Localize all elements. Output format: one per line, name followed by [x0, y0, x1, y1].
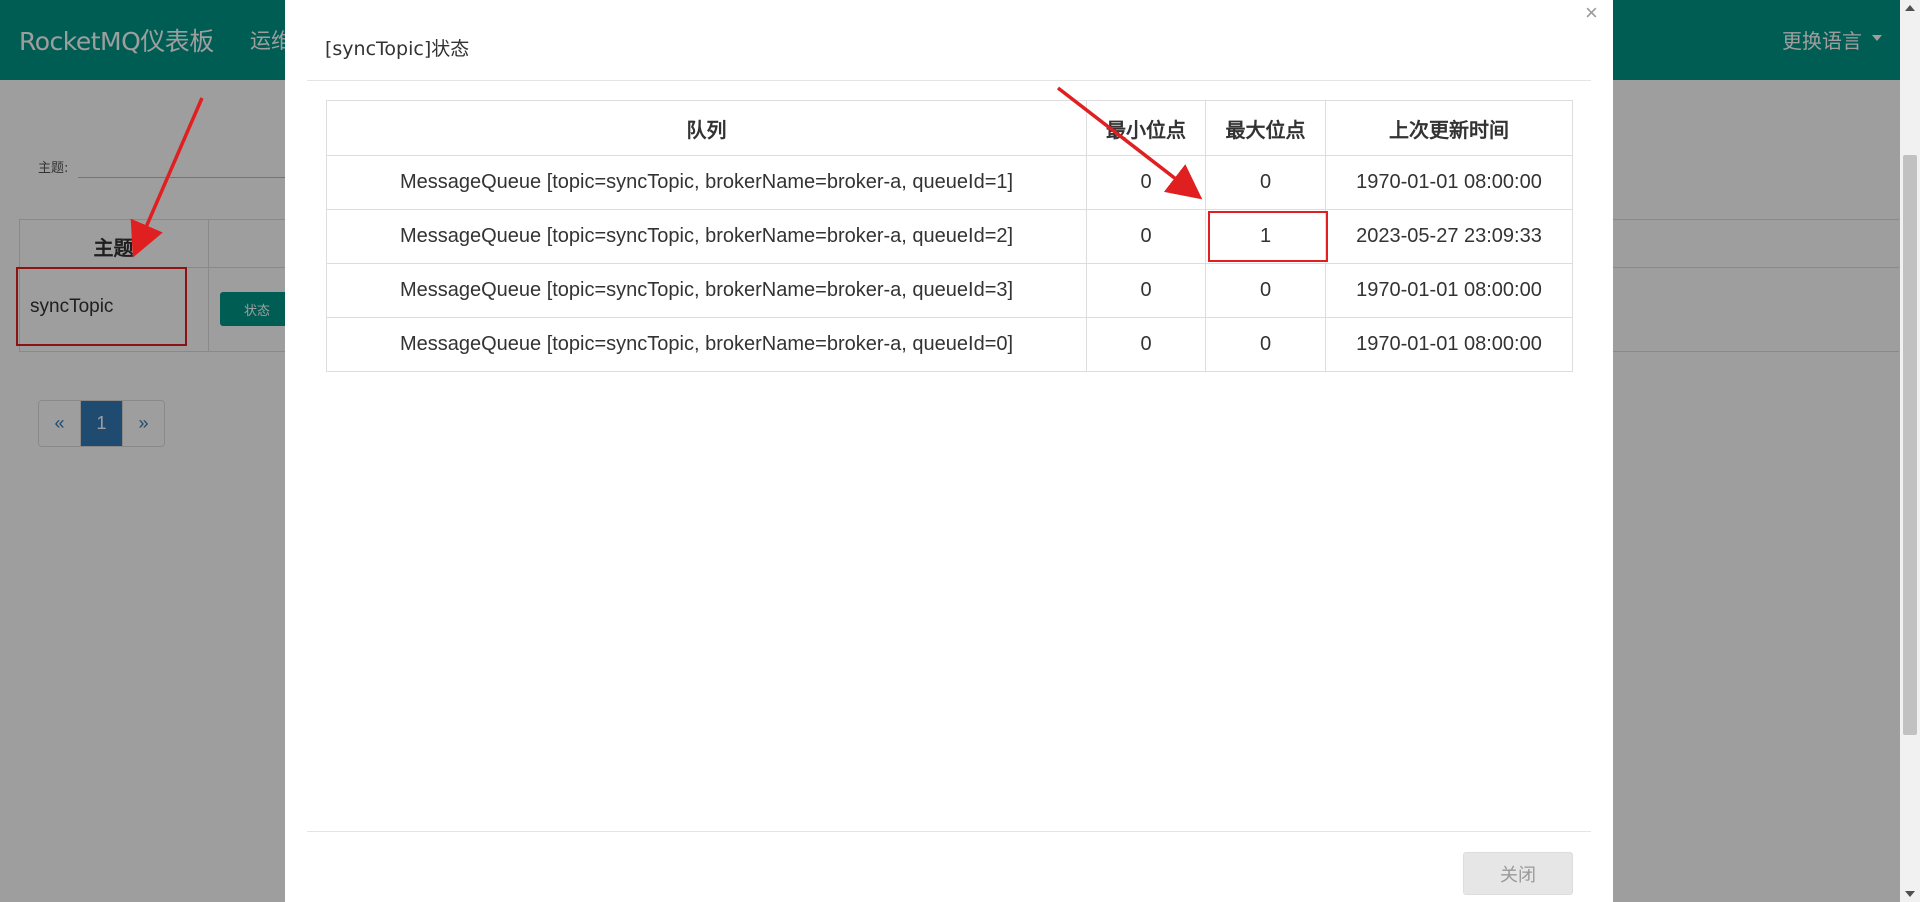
last-updated-cell: 1970-01-01 08:00:00 [1325, 317, 1573, 372]
min-offset-cell: 0 [1086, 263, 1206, 318]
queue-status-table: 队列 最小位点 最大位点 上次更新时间 MessageQueue [topic=… [326, 100, 1573, 372]
modal-title: [syncTopic]状态 [325, 38, 470, 60]
table-row: MessageQueue [topic=syncTopic, brokerNam… [326, 263, 1573, 318]
column-header-min-offset: 最小位点 [1086, 100, 1206, 156]
min-offset-cell: 0 [1086, 317, 1206, 372]
table-row: MessageQueue [topic=syncTopic, brokerNam… [326, 155, 1573, 210]
min-offset-cell: 0 [1086, 209, 1206, 264]
modal-divider [307, 80, 1591, 81]
table-header-row: 队列 最小位点 最大位点 上次更新时间 [326, 100, 1573, 156]
max-offset-cell: 0 [1205, 263, 1326, 318]
queue-cell: MessageQueue [topic=syncTopic, brokerNam… [326, 317, 1087, 372]
page-scrollbar[interactable] [1900, 0, 1920, 902]
table-row: MessageQueue [topic=syncTopic, brokerNam… [326, 317, 1573, 372]
max-offset-cell: 0 [1205, 317, 1326, 372]
max-offset-cell: 0 [1205, 155, 1326, 210]
close-icon[interactable]: × [1585, 2, 1598, 24]
table-row: MessageQueue [topic=syncTopic, brokerNam… [326, 209, 1573, 264]
column-header-max-offset: 最大位点 [1205, 100, 1326, 156]
last-updated-cell: 2023-05-27 23:09:33 [1325, 209, 1573, 264]
modal-footer-divider [307, 831, 1591, 832]
topic-status-modal: × [syncTopic]状态 队列 最小位点 最大位点 上次更新时间 Mess… [285, 0, 1613, 902]
queue-cell: MessageQueue [topic=syncTopic, brokerNam… [326, 263, 1087, 318]
column-header-queue: 队列 [326, 100, 1087, 156]
close-button[interactable]: 关闭 [1463, 852, 1573, 895]
scrollbar-thumb[interactable] [1903, 155, 1917, 735]
column-header-last-updated: 上次更新时间 [1325, 100, 1573, 156]
last-updated-cell: 1970-01-01 08:00:00 [1325, 263, 1573, 318]
queue-cell: MessageQueue [topic=syncTopic, brokerNam… [326, 155, 1087, 210]
last-updated-cell: 1970-01-01 08:00:00 [1325, 155, 1573, 210]
queue-cell: MessageQueue [topic=syncTopic, brokerNam… [326, 209, 1087, 264]
scroll-up-arrow-icon[interactable] [1905, 5, 1915, 11]
max-offset-cell-highlighted: 1 [1205, 209, 1329, 264]
scroll-down-arrow-icon[interactable] [1905, 891, 1915, 897]
min-offset-cell: 0 [1086, 155, 1206, 210]
